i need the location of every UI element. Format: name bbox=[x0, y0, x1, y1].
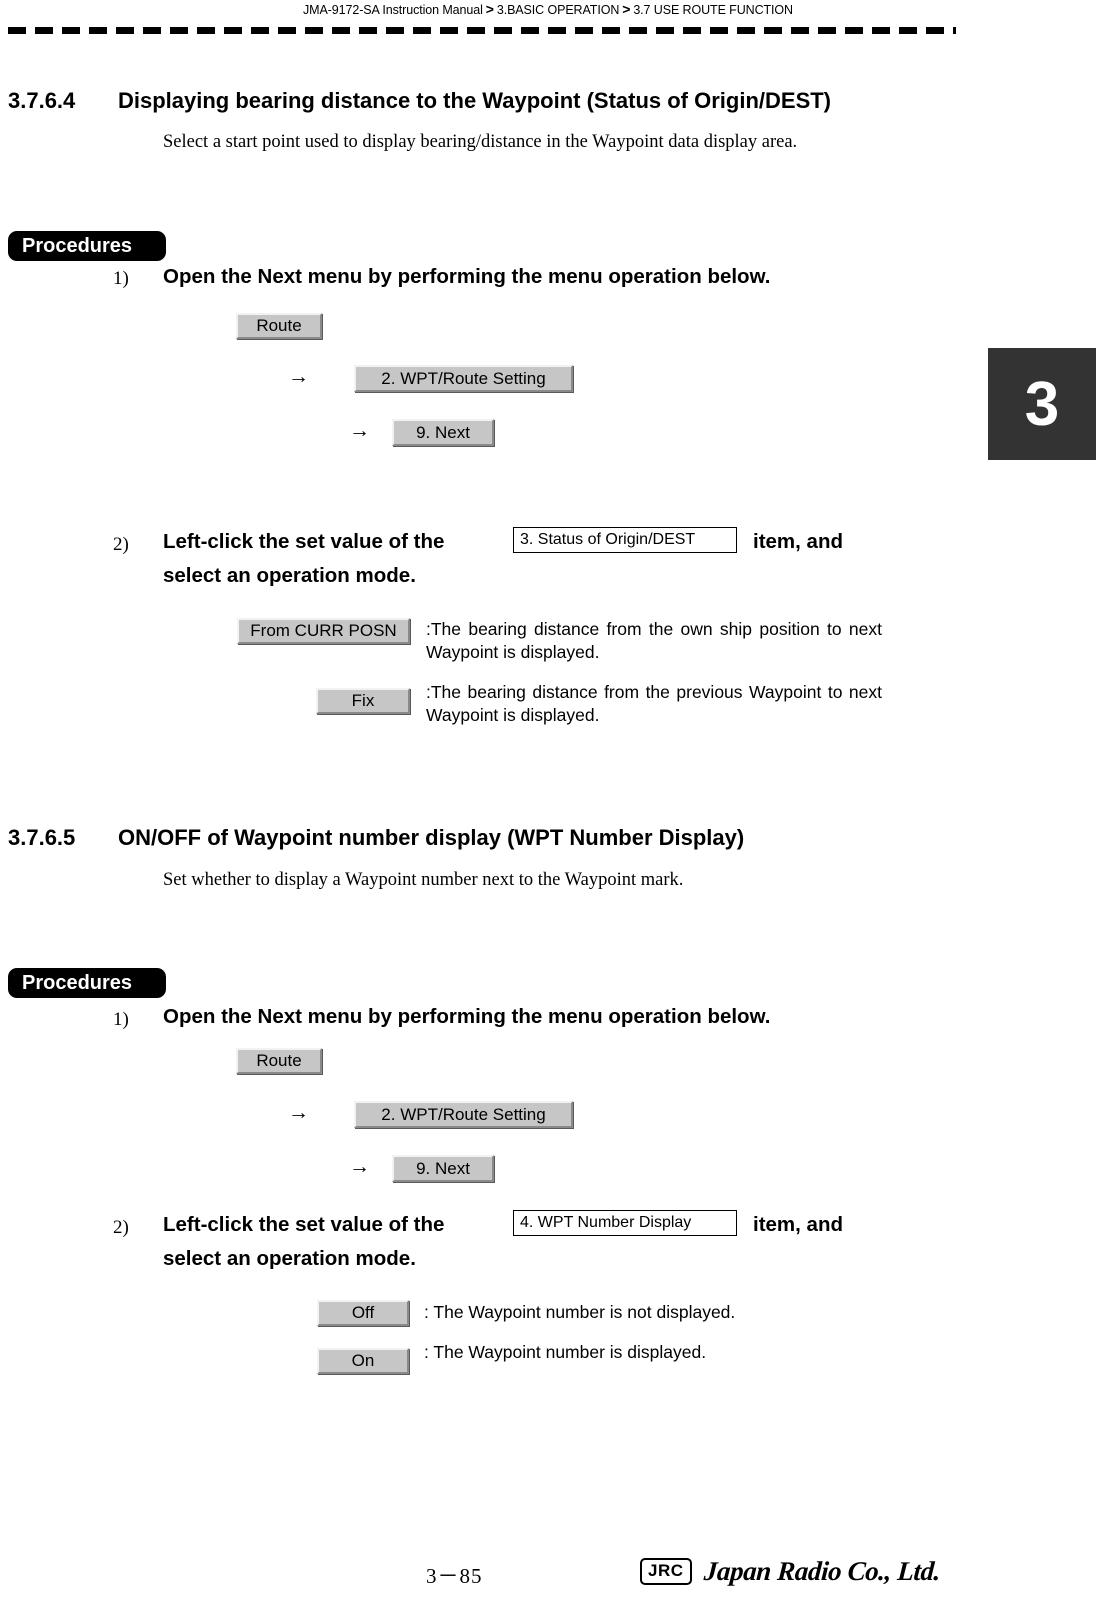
menu-button-wpt-route-setting-2[interactable]: 2. WPT/Route Setting bbox=[354, 1101, 573, 1128]
arrow-icon-2-2: → bbox=[349, 1154, 370, 1178]
step-text-2-2-after: item, and bbox=[753, 1213, 843, 1236]
chapter-tab: 3 bbox=[988, 348, 1096, 460]
step-text-2-2-line2: select an operation mode. bbox=[163, 1247, 416, 1270]
option-button-on[interactable]: On bbox=[317, 1348, 409, 1374]
section-description-3764: Select a start point used to display bea… bbox=[163, 132, 798, 152]
breadcrumb-section: 3.7 USE ROUTE FUNCTION bbox=[633, 3, 793, 17]
breadcrumb-chapter: 3.BASIC OPERATION bbox=[496, 3, 620, 17]
item-box-wpt-number-display[interactable]: 4. WPT Number Display bbox=[513, 1210, 737, 1236]
option-description-on: : The Waypoint number is displayed. bbox=[424, 1342, 707, 1362]
header-dashed-rule bbox=[8, 27, 956, 34]
section-heading-3765: 3.7.6.5 ON/OFF of Waypoint number display… bbox=[8, 825, 968, 851]
procedures-badge-2: Procedures bbox=[8, 968, 166, 998]
step-number-2-2: 2) bbox=[113, 1217, 129, 1238]
step-text-1-2-line2: select an operation mode. bbox=[163, 564, 416, 587]
menu-button-next-1[interactable]: 9. Next bbox=[392, 419, 494, 446]
arrow-icon-1-2: → bbox=[349, 418, 370, 442]
section-title: Displaying bearing distance to the Waypo… bbox=[118, 88, 832, 113]
step-text-1-2-after: item, and bbox=[753, 530, 843, 553]
step-text-1-1: Open the Next menu by performing the men… bbox=[163, 265, 771, 288]
section-heading-3764: 3.7.6.4 Displaying bearing distance to th… bbox=[8, 88, 968, 114]
page-header: JMA-9172-SA Instruction Manual >3.BASIC O… bbox=[0, 0, 1096, 18]
step-text-2-2-before: Left-click the set value of the bbox=[163, 1213, 445, 1236]
menu-button-route-2[interactable]: Route bbox=[236, 1048, 322, 1074]
arrow-icon-2-1: → bbox=[288, 1100, 309, 1124]
step-number-1-1: 1) bbox=[113, 268, 129, 289]
breadcrumb-separator-1: > bbox=[485, 1, 494, 17]
option-description-off: : The Waypoint number is not displayed. bbox=[424, 1302, 736, 1322]
section-title-2: ON/OFF of Waypoint number display (WPT N… bbox=[118, 825, 745, 850]
option-description-from-curr-posn: :The bearing distance from the own ship … bbox=[426, 619, 882, 662]
arrow-icon-1-1: → bbox=[288, 364, 309, 388]
option-description-fix: :The bearing distance from the previous … bbox=[426, 682, 882, 725]
step-text-1-2-before: Left-click the set value of the bbox=[163, 530, 445, 553]
option-button-fix[interactable]: Fix bbox=[316, 688, 410, 714]
section-number: 3.7.6.4 bbox=[8, 88, 76, 113]
menu-button-next-2[interactable]: 9. Next bbox=[392, 1155, 494, 1182]
item-box-status-of-origin-dest[interactable]: 3. Status of Origin/DEST bbox=[513, 527, 737, 553]
menu-button-route-1[interactable]: Route bbox=[236, 313, 322, 339]
step-number-2-1: 1) bbox=[113, 1009, 129, 1030]
section-number-2: 3.7.6.5 bbox=[8, 825, 76, 850]
breadcrumb: JMA-9172-SA Instruction Manual >3.BASIC O… bbox=[0, 0, 1096, 19]
company-logo: JRC Japan Radio Co., Ltd. bbox=[640, 1556, 941, 1587]
page-number: 3－85 bbox=[426, 1564, 483, 1588]
step-text-2-1: Open the Next menu by performing the men… bbox=[163, 1005, 771, 1028]
jrc-company-name: Japan Radio Co., Ltd. bbox=[702, 1556, 941, 1586]
jrc-logo-mark: JRC bbox=[640, 1558, 692, 1585]
manual-title: JMA-9172-SA Instruction Manual bbox=[303, 3, 483, 17]
section-description-3765: Set whether to display a Waypoint number… bbox=[163, 870, 684, 890]
breadcrumb-separator-2: > bbox=[622, 1, 631, 17]
procedures-badge-1: Procedures bbox=[8, 231, 166, 261]
menu-button-wpt-route-setting-1[interactable]: 2. WPT/Route Setting bbox=[354, 365, 573, 392]
step-number-1-2: 2) bbox=[113, 534, 129, 555]
option-button-off[interactable]: Off bbox=[317, 1300, 409, 1326]
option-button-from-curr-posn[interactable]: From CURR POSN bbox=[237, 618, 410, 644]
